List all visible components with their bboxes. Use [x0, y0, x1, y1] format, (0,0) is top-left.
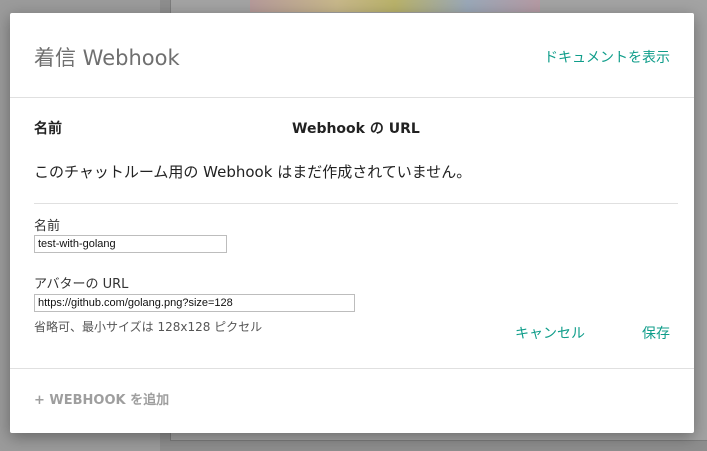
- name-field-label: 名前: [34, 219, 61, 234]
- cancel-button[interactable]: キャンセル: [515, 323, 585, 343]
- dialog-title: 着信 Webhook: [34, 46, 180, 70]
- column-header-webhook-url: Webhook の URL: [292, 121, 420, 137]
- background-banner-image: [250, 0, 540, 12]
- column-header-name: 名前: [34, 121, 62, 137]
- add-webhook-button[interactable]: + WEBHOOK を追加: [34, 389, 169, 408]
- empty-state-message: このチャットルーム用の Webhook はまだ作成されていません。: [34, 163, 472, 181]
- avatar-url-hint: 省略可、最小サイズは 128x128 ピクセル: [34, 320, 263, 334]
- incoming-webhook-dialog: 着信 Webhook ドキュメントを表示 名前 Webhook の URL この…: [10, 13, 694, 433]
- name-input[interactable]: [34, 235, 227, 253]
- footer-divider: [10, 368, 694, 369]
- section-divider: [34, 203, 678, 204]
- avatar-url-field-label: アバターの URL: [34, 277, 129, 292]
- dialog-header: 着信 Webhook ドキュメントを表示: [10, 13, 694, 98]
- avatar-url-input[interactable]: [34, 294, 355, 312]
- view-documentation-link[interactable]: ドキュメントを表示: [544, 47, 670, 67]
- save-button[interactable]: 保存: [642, 323, 670, 343]
